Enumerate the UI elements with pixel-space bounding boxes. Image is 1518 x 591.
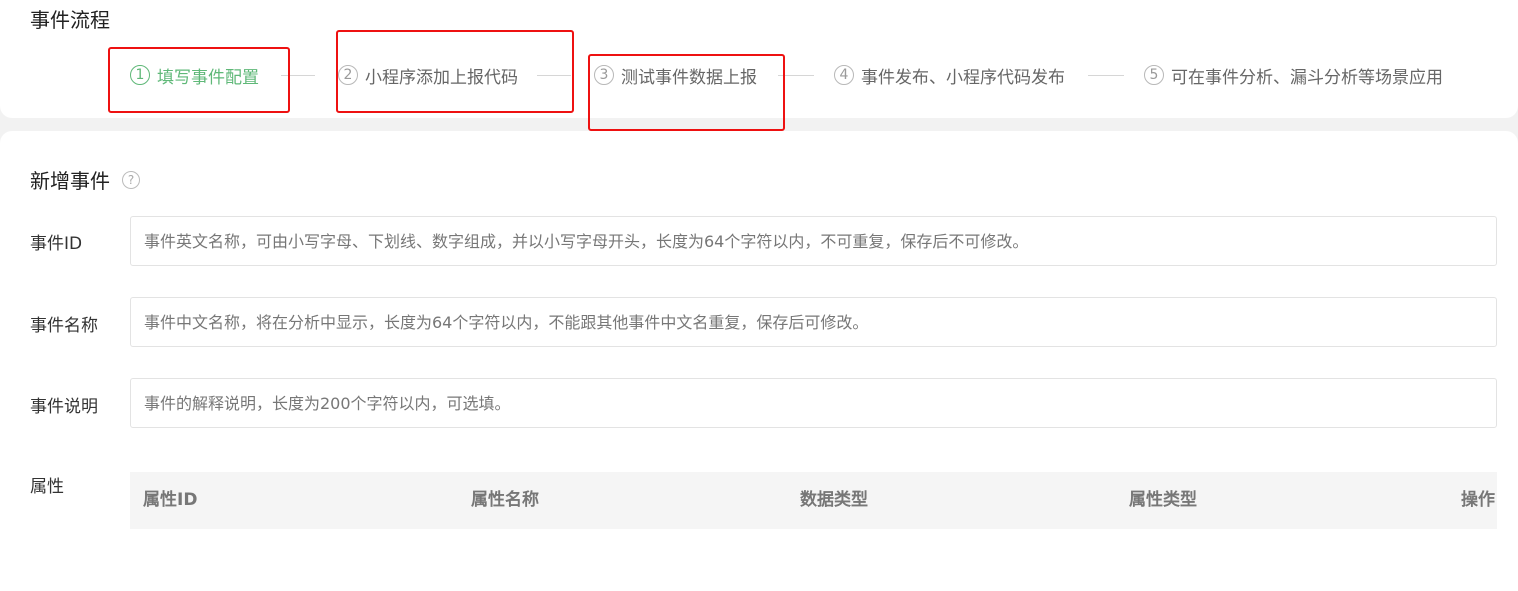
column-header-attribute-type: 属性类型 (1129, 490, 1197, 510)
event-name-label: 事件名称 (30, 316, 98, 336)
column-header-data-type: 数据类型 (800, 490, 868, 510)
event-id-input[interactable] (130, 216, 1497, 266)
highlight-box-step-2 (336, 30, 574, 113)
flow-title: 事件流程 (30, 8, 110, 32)
step-5-number-icon: 5 (1144, 65, 1164, 85)
column-header-attribute-id: 属性ID (143, 490, 198, 510)
section-header: 新增事件 ? (30, 165, 140, 194)
event-description-label: 事件说明 (30, 397, 98, 417)
event-name-input[interactable] (130, 297, 1497, 347)
column-header-actions: 操作 (1461, 490, 1495, 510)
step-4-number-icon: 4 (834, 65, 854, 85)
help-icon[interactable]: ? (122, 170, 140, 189)
step-4[interactable]: 4 事件发布、小程序代码发布 (834, 62, 1065, 88)
step-connector (1088, 75, 1124, 76)
event-id-label: 事件ID (30, 234, 83, 254)
step-5-label: 可在事件分析、漏斗分析等场景应用 (1171, 67, 1443, 88)
section-title: 新增事件 (30, 169, 110, 193)
highlight-box-step-1 (108, 47, 290, 113)
event-description-input[interactable] (130, 378, 1497, 428)
attributes-label: 属性 (30, 477, 64, 497)
attributes-table-header: 属性ID 属性名称 数据类型 属性类型 操作 (130, 472, 1497, 529)
column-header-attribute-name: 属性名称 (471, 490, 539, 510)
event-flow-panel: 事件流程 1 填写事件配置 2 小程序添加上报代码 3 测试事件数据上报 4 事… (0, 0, 1518, 131)
step-4-label: 事件发布、小程序代码发布 (861, 67, 1065, 88)
highlight-box-step-3 (588, 54, 785, 131)
step-5[interactable]: 5 可在事件分析、漏斗分析等场景应用 (1144, 62, 1443, 88)
add-event-form: 新增事件 ? 事件ID 事件名称 事件说明 属性 属性ID 属性名称 数据类型 … (0, 131, 1518, 591)
